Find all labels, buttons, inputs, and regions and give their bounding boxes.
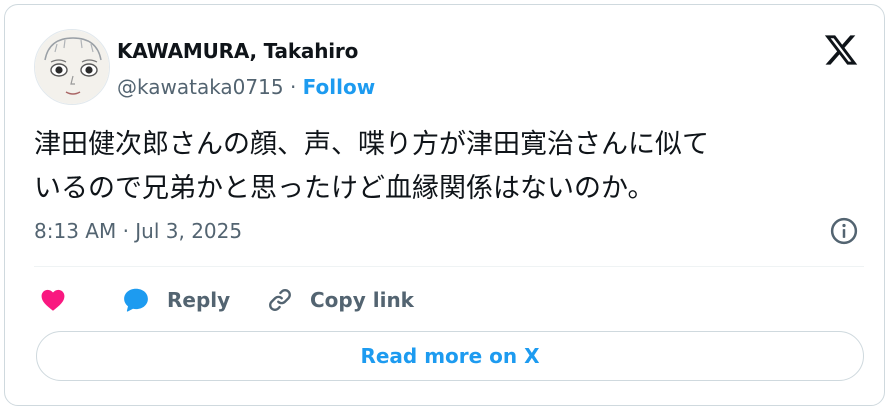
tweet-text: 津田健次郎さんの顔、声、喋り方が津田寛治さんに似て いるので兄弟かと思ったけど血… — [34, 123, 864, 211]
like-button[interactable] — [39, 283, 67, 317]
divider — [34, 266, 864, 267]
tweet-text-line: いるので兄弟かと思ったけど血縁関係はないのか。 — [34, 173, 655, 204]
avatar-illustration-icon — [35, 30, 109, 104]
reply-button[interactable]: Reply — [121, 283, 230, 317]
reply-label: Reply — [167, 288, 231, 312]
author-handle[interactable]: @kawataka0715 — [117, 75, 284, 99]
copy-link-button[interactable]: Copy link — [266, 283, 414, 317]
info-icon[interactable] — [829, 216, 859, 246]
author-avatar[interactable] — [34, 29, 110, 105]
tweet-timestamp[interactable]: 8:13 AM · Jul 3, 2025 — [34, 219, 242, 243]
author-name[interactable]: KAWAMURA, Takahiro — [117, 39, 358, 63]
handle-separator: · — [283, 75, 303, 99]
heart-icon — [41, 289, 65, 311]
follow-button[interactable]: Follow — [303, 75, 376, 99]
read-more-button[interactable]: Read more on X — [36, 331, 864, 381]
copy-link-label: Copy link — [310, 288, 414, 312]
x-logo-icon[interactable] — [823, 32, 859, 68]
tweet-card: KAWAMURA, Takahiro @kawataka0715 · Follo… — [4, 4, 885, 406]
author-handle-row: @kawataka0715 · Follow — [117, 75, 375, 99]
tweet-text-line: 津田健次郎さんの顔、声、喋り方が津田寛治さんに似て — [34, 129, 709, 160]
speech-bubble-icon — [124, 288, 148, 312]
link-icon — [269, 289, 291, 311]
